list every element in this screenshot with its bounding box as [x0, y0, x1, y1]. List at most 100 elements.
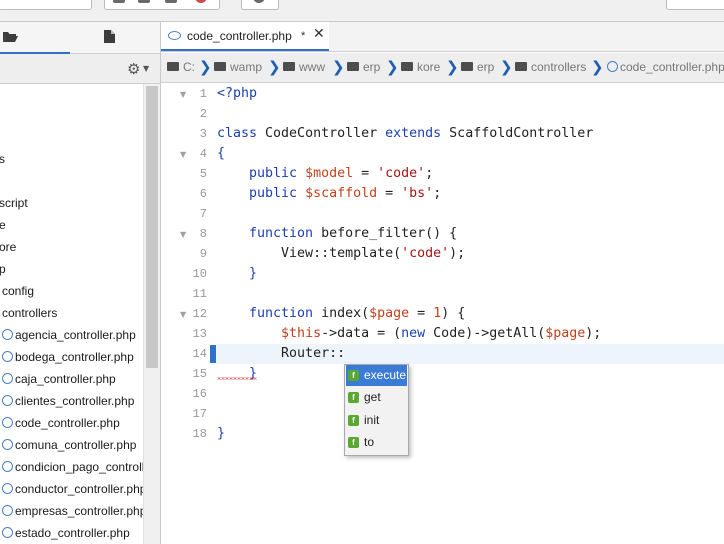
editor-tab-bar: code_controller.php * ✕: [161, 22, 724, 52]
search-box[interactable]: [666, 0, 724, 10]
code-line[interactable]: function before_filter() {: [217, 226, 457, 241]
method-icon: f: [348, 392, 359, 403]
autocomplete-item-get[interactable]: f get: [346, 387, 407, 408]
autocomplete-item-execute[interactable]: f execute: [346, 365, 407, 386]
breadcrumb-item[interactable]: controllers: [515, 60, 586, 74]
code-line[interactable]: }: [217, 426, 225, 441]
tree-item-file[interactable]: empresas_controller.php: [2, 500, 143, 522]
chevron-right-icon: ❯: [500, 58, 513, 76]
file-icon: [104, 30, 115, 43]
tree-item[interactable]: p: [0, 258, 6, 280]
tab-projects[interactable]: [0, 22, 70, 54]
line-number: 14: [192, 347, 207, 361]
breadcrumb-item[interactable]: erp: [461, 60, 494, 74]
error-squiggle: [217, 377, 257, 380]
line-number: 16: [192, 387, 207, 401]
code-line[interactable]: View::template('code');: [217, 246, 465, 261]
save-all-icon[interactable]: [138, 0, 150, 3]
code-line[interactable]: }: [217, 266, 257, 281]
line-number: 9: [199, 247, 207, 261]
method-icon: f: [348, 415, 359, 426]
chevron-right-icon: ❯: [199, 58, 212, 76]
folder-icon: [214, 62, 226, 72]
tree-item-config[interactable]: config: [2, 280, 34, 302]
code-line[interactable]: public $model = 'code';: [217, 166, 433, 181]
file-tree: s script e ore p config controllers agen…: [0, 84, 143, 544]
autocomplete-item-init[interactable]: f init: [346, 410, 407, 431]
save-icon[interactable]: [113, 0, 125, 3]
chevron-right-icon: ❯: [446, 58, 459, 76]
drive-icon: [167, 62, 179, 72]
line-number: 18: [192, 427, 207, 441]
top-toolbar: [0, 0, 724, 22]
code-line[interactable]: class CodeController extends ScaffoldCon…: [217, 126, 593, 141]
breadcrumb: C: ❯ wamp ❯ www ❯ erp ❯ kore ❯ erp ❯ con…: [161, 53, 724, 83]
tree-settings-bar: ⚙ ▼: [0, 54, 160, 84]
toolbar-button-group[interactable]: [0, 0, 92, 10]
change-marker: [210, 345, 216, 363]
tab-files[interactable]: [90, 22, 160, 52]
php-file-icon: [2, 527, 13, 539]
autocomplete-label: execute: [364, 368, 407, 382]
tree-item[interactable]: s: [0, 148, 5, 170]
autocomplete-label: init: [364, 413, 380, 427]
folder-icon: [461, 62, 473, 72]
tree-item-file[interactable]: estado_controller.php: [2, 522, 130, 544]
code-line[interactable]: {: [217, 146, 225, 161]
php-file-icon: [2, 395, 13, 407]
autocomplete-item-to[interactable]: f to: [346, 432, 407, 453]
autocomplete-label: to: [364, 435, 375, 449]
tree-item-controllers[interactable]: controllers: [2, 302, 57, 324]
breadcrumb-item[interactable]: erp: [347, 60, 380, 74]
code-line[interactable]: <?php: [217, 86, 257, 101]
code-line-current[interactable]: Router::: [217, 346, 345, 361]
unsaved-indicator: *: [301, 30, 306, 42]
left-panel-tabs: [0, 22, 160, 54]
chevron-right-icon: ❯: [332, 58, 345, 76]
tree-item[interactable]: script: [0, 192, 28, 214]
run-icon[interactable]: [195, 0, 207, 3]
php-file-icon: [2, 329, 13, 341]
line-number: 7: [199, 207, 207, 221]
tree-item-file[interactable]: comuna_controller.php: [2, 434, 136, 456]
php-file-icon: [2, 505, 13, 517]
document-icon[interactable]: [165, 0, 177, 3]
tree-item-file[interactable]: clientes_controller.php: [2, 390, 134, 412]
breadcrumb-item[interactable]: www: [283, 60, 325, 74]
tree-item-file[interactable]: conductor_controller.php: [2, 478, 143, 500]
breadcrumb-item[interactable]: code_controller.php: [607, 60, 724, 74]
tree-item-file[interactable]: code_controller.php: [2, 412, 120, 434]
autocomplete-label: get: [364, 390, 381, 404]
close-icon[interactable]: ✕: [313, 26, 325, 42]
code-line[interactable]: function index($page = 1) {: [217, 306, 465, 321]
debug-icon[interactable]: [253, 0, 265, 3]
tree-item[interactable]: e: [0, 214, 6, 236]
chevron-down-icon[interactable]: ▼: [143, 64, 149, 73]
tree-item[interactable]: ore: [0, 236, 16, 258]
code-line[interactable]: public $scaffold = 'bs';: [217, 186, 441, 201]
folder-icon: [347, 62, 359, 72]
tree-item-file[interactable]: caja_controller.php: [2, 368, 116, 390]
php-file-icon: [2, 373, 13, 385]
php-file-icon: [607, 61, 618, 73]
gear-icon[interactable]: ⚙: [127, 60, 140, 78]
tree-scrollbar[interactable]: [143, 84, 161, 544]
folder-icon: [401, 62, 413, 72]
breadcrumb-item[interactable]: kore: [401, 60, 440, 74]
breadcrumb-item[interactable]: C:: [167, 60, 195, 74]
folder-open-icon: [3, 32, 18, 42]
toolbar-button-group[interactable]: [104, 0, 220, 10]
line-number: 15: [192, 367, 207, 381]
scrollbar-thumb[interactable]: [146, 86, 158, 368]
method-icon: f: [348, 437, 359, 448]
line-number: 11: [192, 287, 207, 301]
tree-item-file[interactable]: condicion_pago_controll...: [2, 456, 143, 478]
php-file-icon: [2, 351, 13, 363]
folder-icon: [283, 62, 295, 72]
tree-item-file[interactable]: agencia_controller.php: [2, 324, 136, 346]
breadcrumb-item[interactable]: wamp: [214, 60, 262, 74]
code-line[interactable]: $this->data = (new Code)->getAll($page);: [217, 326, 601, 341]
tab-code-controller[interactable]: code_controller.php * ✕: [161, 22, 329, 51]
toolbar-button-group[interactable]: [241, 0, 279, 10]
tree-item-file[interactable]: bodega_controller.php: [2, 346, 134, 368]
